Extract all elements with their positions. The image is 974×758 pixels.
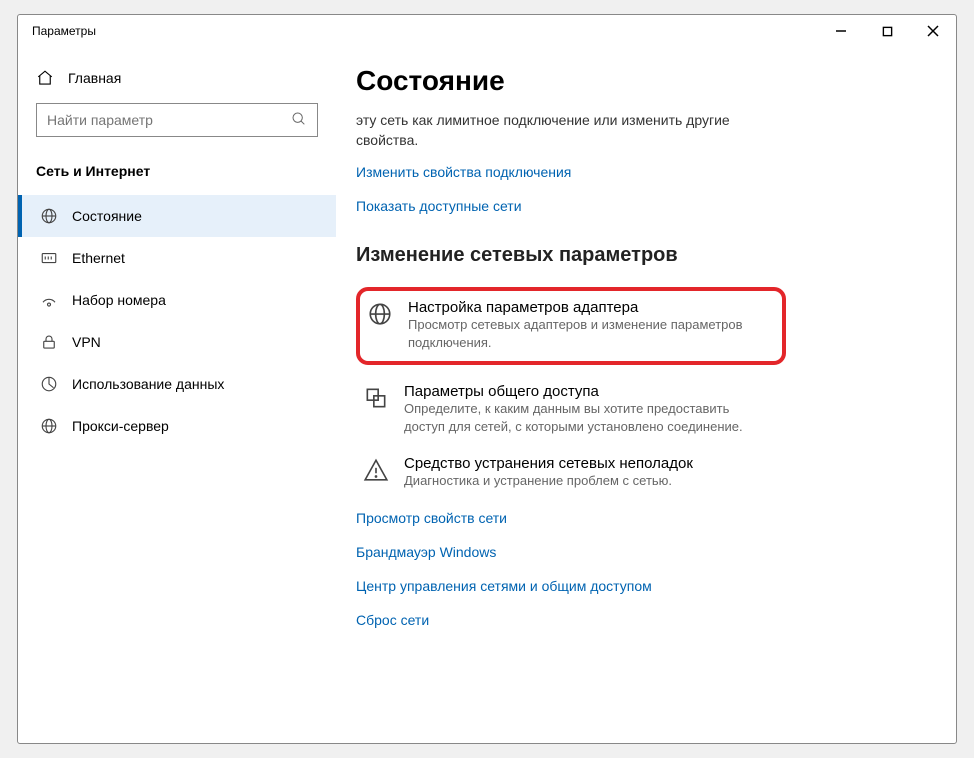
link-network-sharing-center[interactable]: Центр управления сетями и общим доступом [356,578,916,594]
link-view-network-props[interactable]: Просмотр свойств сети [356,510,916,526]
search-wrap [18,103,336,153]
sidebar-item-vpn[interactable]: VPN [18,321,336,363]
option-title: Средство устранения сетевых неполадок [404,455,693,472]
sidebar-item-dialup[interactable]: Набор номера [18,279,336,321]
data-usage-icon [40,375,58,393]
dialup-icon [40,291,58,309]
sharing-icon [362,383,390,435]
home-icon [36,69,54,87]
caption-buttons [818,15,956,47]
option-desc: Диагностика и устранение проблем с сетью… [404,472,693,490]
link-show-available-networks[interactable]: Показать доступные сети [356,198,916,214]
search-input[interactable] [47,112,291,128]
option-sharing-settings[interactable]: Параметры общего доступа Определите, к к… [356,373,786,445]
sidebar-item-label: Использование данных [72,376,224,392]
sidebar-nav: Состояние Ethernet Набор номера [18,195,336,447]
sidebar-item-label: Ethernet [72,250,125,266]
option-text: Параметры общего доступа Определите, к к… [404,383,744,435]
sidebar-item-label: Прокси-сервер [72,418,169,434]
sidebar-item-data-usage[interactable]: Использование данных [18,363,336,405]
search-box[interactable] [36,103,318,137]
home-link[interactable]: Главная [18,61,336,95]
sidebar-section-label: Сеть и Интернет [18,153,336,195]
home-label: Главная [68,70,121,86]
intro-text: эту сеть как лимитное подключение или из… [356,111,776,150]
option-text: Настройка параметров адаптера Просмотр с… [408,299,748,351]
settings-window: Параметры Главная [17,14,957,744]
sidebar-item-label: VPN [72,334,101,350]
main-content: Состояние эту сеть как лимитное подключе… [336,47,956,743]
option-troubleshooter[interactable]: Средство устранения сетевых неполадок Ди… [356,445,786,500]
option-title: Параметры общего доступа [404,383,744,400]
link-network-reset[interactable]: Сброс сети [356,612,916,628]
titlebar: Параметры [18,15,956,47]
sidebar: Главная Сеть и Интернет Состояние [18,47,336,743]
warning-icon [362,455,390,490]
option-desc: Просмотр сетевых адаптеров и изменение п… [408,316,748,351]
close-button[interactable] [910,15,956,47]
sidebar-item-ethernet[interactable]: Ethernet [18,237,336,279]
sidebar-item-proxy[interactable]: Прокси-сервер [18,405,336,447]
link-windows-firewall[interactable]: Брандмауэр Windows [356,544,916,560]
option-title: Настройка параметров адаптера [408,299,748,316]
section-change-network-params: Изменение сетевых параметров [356,244,916,267]
adapter-icon [366,299,394,351]
maximize-button[interactable] [864,15,910,47]
ethernet-icon [40,249,58,267]
option-desc: Определите, к каким данным вы хотите пре… [404,400,744,435]
page-title: Состояние [356,65,916,97]
window-body: Главная Сеть и Интернет Состояние [18,47,956,743]
link-change-connection-props[interactable]: Изменить свойства подключения [356,164,916,180]
option-text: Средство устранения сетевых неполадок Ди… [404,455,693,490]
vpn-icon [40,333,58,351]
proxy-icon [40,417,58,435]
sidebar-item-status[interactable]: Состояние [18,195,336,237]
minimize-button[interactable] [818,15,864,47]
sidebar-item-label: Набор номера [72,292,166,308]
globe-icon [40,207,58,225]
search-icon [291,111,307,130]
sidebar-item-label: Состояние [72,208,142,224]
window-title: Параметры [32,24,96,38]
option-adapter-settings[interactable]: Настройка параметров адаптера Просмотр с… [356,287,786,365]
